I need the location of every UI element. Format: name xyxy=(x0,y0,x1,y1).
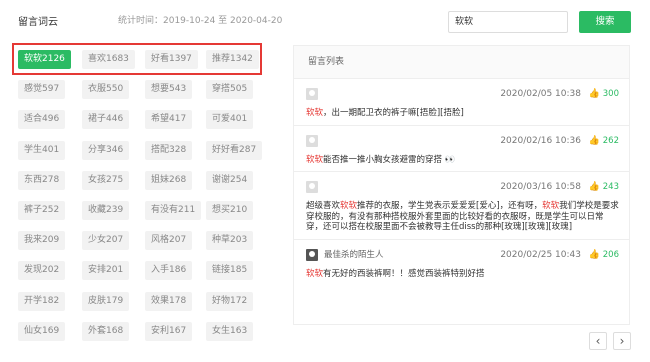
tag[interactable]: 裙子446 xyxy=(82,110,130,130)
tag[interactable]: 风格207 xyxy=(145,231,193,251)
tag[interactable]: 入手186 xyxy=(145,261,193,281)
message-item: 2020/02/16 10:36 👍 262 软软能否推一推小胸女孩避雷的穿搭 👀 xyxy=(294,126,629,172)
tag[interactable]: 希望417 xyxy=(145,110,193,130)
message-text: 超级喜欢软软推荐的衣服，学生党表示爱爱爱[爱心]，还有呀，软软我们学校是要求穿校… xyxy=(306,201,619,232)
tag[interactable]: 安利167 xyxy=(145,321,193,341)
thumbs-up-icon: 👍 xyxy=(588,182,600,192)
tag[interactable]: 外套168 xyxy=(82,321,130,341)
tag[interactable]: 收藏239 xyxy=(82,200,130,220)
keyword-highlight: 软软 xyxy=(340,201,358,211)
avatar xyxy=(306,134,318,147)
tag-row: 开学182 皮肤179 效果178 好物172 xyxy=(12,285,272,315)
message-time: 2020/03/16 10:58 xyxy=(500,182,581,192)
like-count[interactable]: 👍 206 xyxy=(589,249,619,261)
tag-row: 学生401 分享346 搭配328 好好看287 xyxy=(12,134,272,164)
thumbs-up-icon: 👍 xyxy=(588,89,600,99)
tag[interactable]: 链接185 xyxy=(206,261,254,281)
tag[interactable]: 穿搭505 xyxy=(206,80,254,100)
avatar xyxy=(306,181,318,193)
tag-row: 东西278 女孩275 姐妹268 谢谢254 xyxy=(12,164,272,194)
message-author: 最佳杀的陌生人 xyxy=(324,249,384,260)
message-panel: 留言列表 2020/02/05 10:38 👍 300 软软，出一期配卫衣的裤子嘛… xyxy=(293,45,630,325)
tag[interactable]: 姐妹268 xyxy=(145,170,193,190)
message-item: 最佳杀的陌生人 2020/02/25 10:43 👍 206 软软有无好的西装裤啊… xyxy=(294,240,629,286)
keyword-highlight: 软软 xyxy=(306,108,324,118)
tag[interactable]: 感觉597 xyxy=(18,80,66,100)
avatar xyxy=(306,88,318,100)
tag[interactable]: 想买210 xyxy=(206,200,254,220)
highlight-box xyxy=(12,43,262,75)
avatar xyxy=(306,248,318,261)
tag-row: 裤子252 收藏239 有没有211 想买210 xyxy=(12,194,272,224)
tag[interactable]: 皮肤179 xyxy=(82,291,130,311)
prev-page-button[interactable]: ‹ xyxy=(589,332,607,350)
tag[interactable]: 我来209 xyxy=(18,231,66,251)
tag-row: 仙女169 外套168 安利167 女生163 xyxy=(12,315,272,345)
message-time: 2020/02/05 10:38 xyxy=(500,89,581,99)
tag[interactable]: 好好看287 xyxy=(206,140,263,160)
tag-row: 发现202 安排201 入手186 链接185 xyxy=(12,254,272,284)
tag-row: 我来209 少女207 风格207 种草203 xyxy=(12,224,272,254)
search-button[interactable]: 搜索 xyxy=(579,11,631,33)
tag[interactable]: 东西278 xyxy=(18,170,66,190)
like-count[interactable]: 👍 262 xyxy=(589,135,619,147)
tag[interactable]: 有没有211 xyxy=(145,200,202,220)
next-page-button[interactable]: › xyxy=(613,332,631,350)
message-text: 软软能否推一推小胸女孩避雷的穿搭 👀 xyxy=(306,154,456,165)
tag[interactable]: 仙女169 xyxy=(18,321,66,341)
word-cloud-tags: 软软2126 喜欢1683 好看1397 推荐1342 感觉597 衣服550 想要543 穿… xyxy=(12,43,272,345)
tag[interactable]: 开学182 xyxy=(18,291,66,311)
message-text: 软软，出一期配卫衣的裤子嘛[捂脸][捂脸] xyxy=(306,108,464,118)
tag[interactable]: 安排201 xyxy=(82,261,130,281)
message-text: 软软有无好的西装裤啊！！感觉西装裤特别好搭 xyxy=(306,268,485,279)
keyword-highlight: 软软 xyxy=(542,201,560,211)
tag-row: 感觉597 衣服550 想要543 穿搭505 xyxy=(12,73,272,103)
tag[interactable]: 学生401 xyxy=(18,140,66,160)
message-time: 2020/02/25 10:43 xyxy=(500,249,581,260)
tag[interactable]: 衣服550 xyxy=(82,80,130,100)
tag[interactable]: 种草203 xyxy=(206,231,254,251)
tag[interactable]: 可爱401 xyxy=(206,110,254,130)
tag[interactable]: 谢谢254 xyxy=(206,170,254,190)
keyword-highlight: 软软 xyxy=(306,268,324,279)
tag[interactable]: 女生163 xyxy=(206,321,254,341)
tag[interactable]: 裤子252 xyxy=(18,200,66,220)
stats-period: 统计时间：2019-10-24 至 2020-04-20 xyxy=(118,16,283,26)
tag[interactable]: 效果178 xyxy=(145,291,193,311)
keyword-highlight: 软软 xyxy=(306,154,324,165)
like-count[interactable]: 👍 300 xyxy=(589,88,619,100)
tag[interactable]: 少女207 xyxy=(82,231,130,251)
tag[interactable]: 好物172 xyxy=(206,291,254,311)
tag-row: 适合496 裙子446 希望417 可爱401 xyxy=(12,103,272,133)
thumbs-up-icon: 👍 xyxy=(588,135,600,146)
thumbs-up-icon: 👍 xyxy=(588,249,600,260)
tag[interactable]: 适合496 xyxy=(18,110,66,130)
message-item: 2020/02/05 10:38 👍 300 软软，出一期配卫衣的裤子嘛[捂脸][… xyxy=(294,79,629,126)
like-count[interactable]: 👍 243 xyxy=(589,181,619,193)
page-title: 留言词云 xyxy=(18,17,58,28)
tag[interactable]: 女孩275 xyxy=(82,170,130,190)
message-item: 2020/03/16 10:58 👍 243 超级喜欢软软推荐的衣服，学生党表示爱… xyxy=(294,172,629,240)
tag[interactable]: 想要543 xyxy=(145,80,193,100)
tag[interactable]: 分享346 xyxy=(82,140,130,160)
tag[interactable]: 搭配328 xyxy=(145,140,193,160)
panel-title: 留言列表 xyxy=(294,46,629,79)
search-input[interactable]: 软软 xyxy=(448,11,568,33)
tag[interactable]: 发现202 xyxy=(18,261,66,281)
message-time: 2020/02/16 10:36 xyxy=(500,135,581,146)
